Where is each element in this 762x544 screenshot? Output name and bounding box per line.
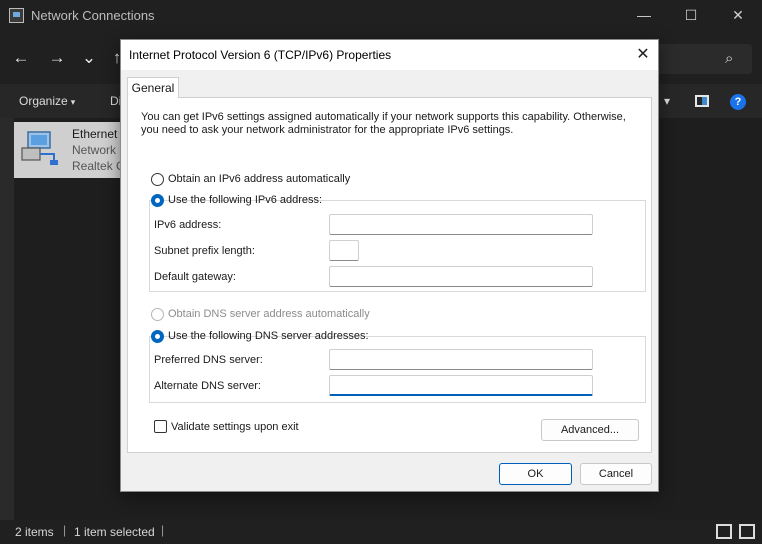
organize-label: Organize — [19, 94, 68, 108]
alternate-dns-input[interactable] — [329, 375, 593, 396]
maximize-button[interactable]: ☐ — [671, 4, 711, 26]
network-adapter-icon — [21, 131, 58, 165]
radio-disabled — [151, 308, 164, 321]
ipv6-properties-dialog: Internet Protocol Version 6 (TCP/IPv6) P… — [120, 39, 659, 492]
close-window-button[interactable]: ✕ — [718, 4, 758, 26]
navigation-pane — [0, 118, 14, 520]
radio-checked[interactable] — [151, 330, 164, 343]
tab-general[interactable]: General — [127, 77, 179, 98]
forward-arrow-icon[interactable]: → — [44, 46, 70, 70]
validate-settings-label: Validate settings upon exit — [171, 421, 299, 433]
chevron-down-icon: ▾ — [70, 97, 76, 107]
use-following-ipv6-radio[interactable]: Use the following IPv6 address: — [151, 193, 322, 209]
dialog-title: Internet Protocol Version 6 (TCP/IPv6) P… — [129, 48, 392, 62]
intro-text: You can get IPv6 settings assigned autom… — [141, 111, 626, 136]
options-chevron-icon[interactable]: ▾ — [664, 94, 670, 108]
subnet-prefix-input[interactable] — [329, 240, 359, 261]
ok-button[interactable]: OK — [499, 463, 572, 485]
general-tab-panel: You can get IPv6 settings assigned autom… — [127, 97, 652, 453]
alternate-dns-label: Alternate DNS server: — [154, 380, 261, 392]
obtain-dns-auto-label: Obtain DNS server address automatically — [168, 308, 370, 320]
explorer-title: Network Connections — [31, 8, 155, 23]
item-name: Ethernet — [72, 127, 118, 141]
status-bar: 2 items | 1 item selected | — [0, 520, 762, 544]
preferred-dns-input[interactable] — [329, 349, 593, 370]
item-count: 2 items — [15, 525, 54, 539]
radio-unchecked[interactable] — [151, 173, 164, 186]
use-following-ipv6-label: Use the following IPv6 address: — [168, 194, 323, 206]
checkbox-unchecked[interactable] — [154, 420, 167, 433]
use-following-dns-label: Use the following DNS server addresses: — [168, 330, 369, 342]
status-separator: | — [63, 523, 67, 537]
obtain-ipv6-auto-label: Obtain an IPv6 address automatically — [168, 173, 351, 185]
help-icon[interactable]: ? — [730, 94, 746, 110]
explorer-titlebar: Network Connections — ☐ ✕ — [0, 0, 762, 32]
advanced-button[interactable]: Advanced... — [541, 419, 639, 441]
recent-locations-icon[interactable]: ⌄ — [76, 46, 102, 70]
item-device: Realtek G — [72, 159, 126, 173]
preferred-dns-label: Preferred DNS server: — [154, 354, 263, 366]
use-following-dns-radio[interactable]: Use the following DNS server addresses: — [151, 329, 369, 345]
default-gateway-input[interactable] — [329, 266, 593, 287]
close-icon[interactable]: ✕ — [629, 43, 657, 67]
preview-pane-icon[interactable] — [695, 95, 709, 107]
ipv6-address-input[interactable] — [329, 214, 593, 235]
search-icon: ⌕ — [725, 50, 734, 67]
status-separator: | — [161, 523, 165, 537]
selection-count: 1 item selected — [74, 525, 155, 539]
details-view-icon[interactable] — [716, 524, 732, 539]
radio-checked[interactable] — [151, 194, 164, 207]
subnet-prefix-label: Subnet prefix length: — [154, 245, 255, 257]
dialog-titlebar: Internet Protocol Version 6 (TCP/IPv6) P… — [121, 40, 658, 70]
back-arrow-icon[interactable]: ← — [8, 46, 34, 70]
item-status: Network — [72, 143, 117, 157]
default-gateway-label: Default gateway: — [154, 271, 236, 283]
organize-menu[interactable]: Organize ▾ — [19, 94, 75, 108]
network-connections-icon — [9, 8, 24, 23]
minimize-button[interactable]: — — [624, 4, 664, 26]
tiles-view-icon[interactable] — [739, 524, 755, 539]
ipv6-address-label: IPv6 address: — [154, 219, 222, 231]
cancel-button[interactable]: Cancel — [580, 463, 652, 485]
